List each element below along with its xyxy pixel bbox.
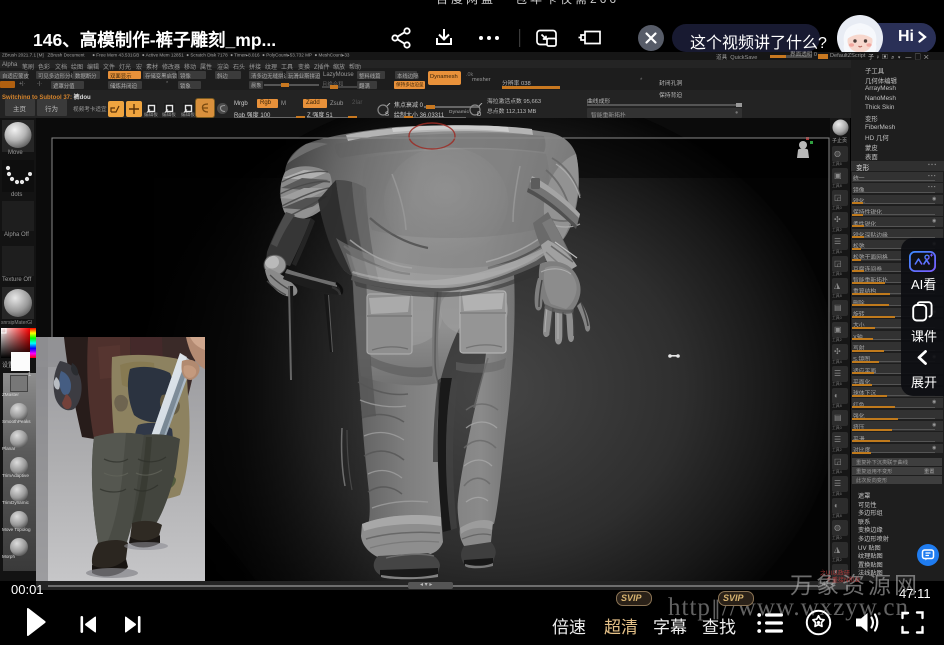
svg-text:S: S (385, 112, 389, 117)
svg-text:D: D (477, 112, 482, 117)
